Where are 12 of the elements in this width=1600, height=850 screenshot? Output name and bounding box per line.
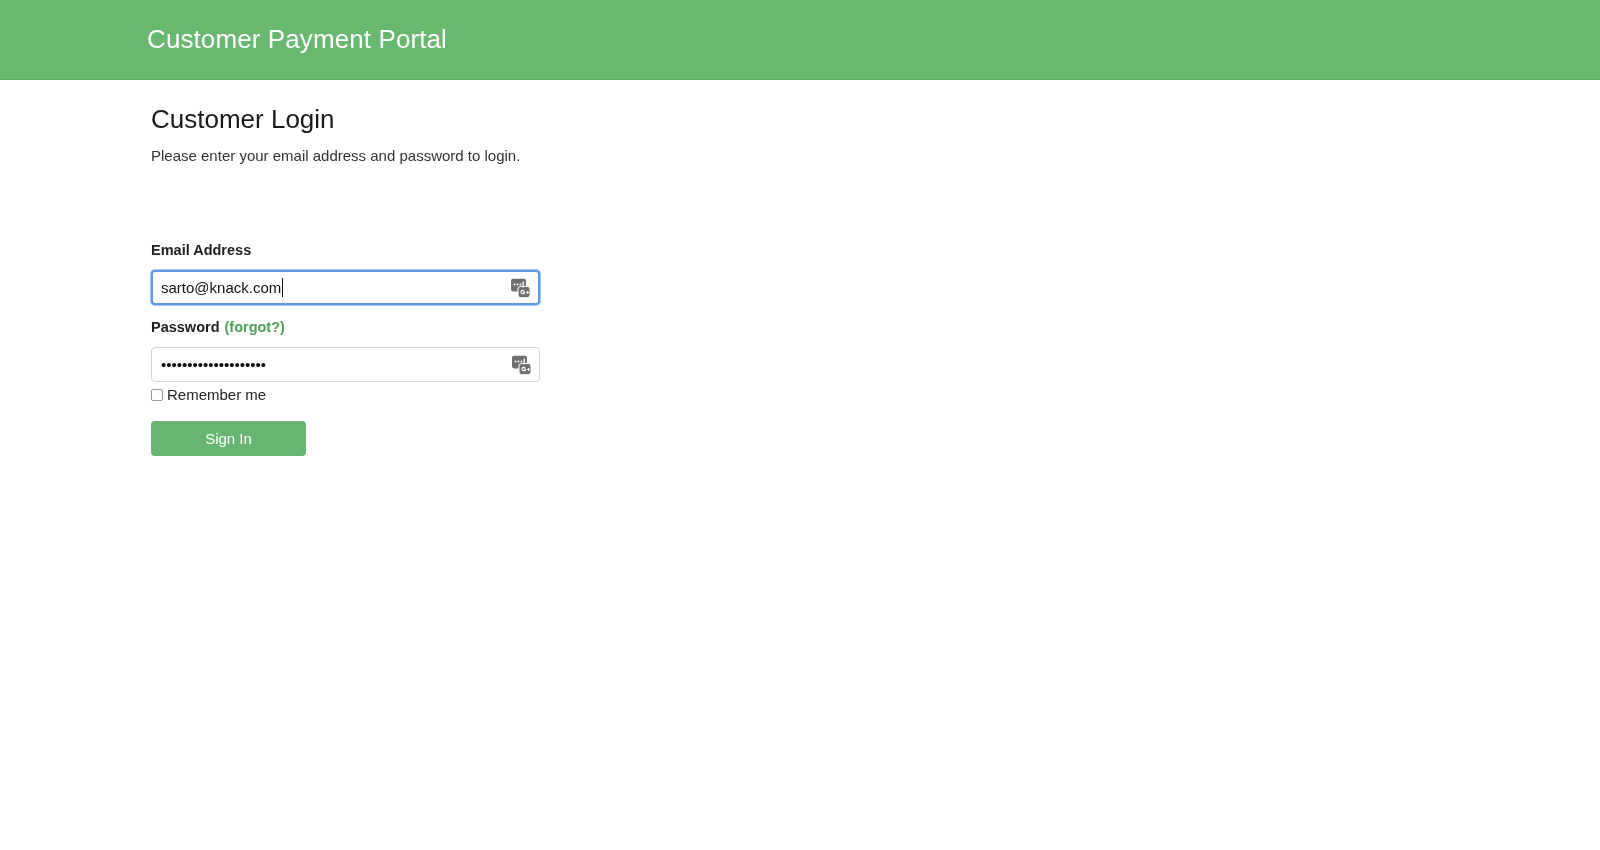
remember-checkbox[interactable]: [151, 388, 163, 401]
page-heading: Customer Login: [151, 104, 335, 134]
instructions-text: Please enter your email address and password to login.: [151, 146, 521, 166]
password-autofill-icon[interactable]: [511, 278, 530, 297]
email-field[interactable]: sarto@knack.com: [151, 270, 540, 305]
remember-label: Remember me: [167, 386, 267, 403]
portal-title: Customer Payment Portal: [147, 24, 447, 55]
password-field[interactable]: ••••••••••••••••••••: [151, 347, 540, 382]
password-autofill-icon[interactable]: [512, 355, 531, 374]
text-cursor-icon: [282, 278, 284, 297]
field-label: Email Address: [151, 242, 252, 258]
field-label: Password: [151, 319, 220, 335]
